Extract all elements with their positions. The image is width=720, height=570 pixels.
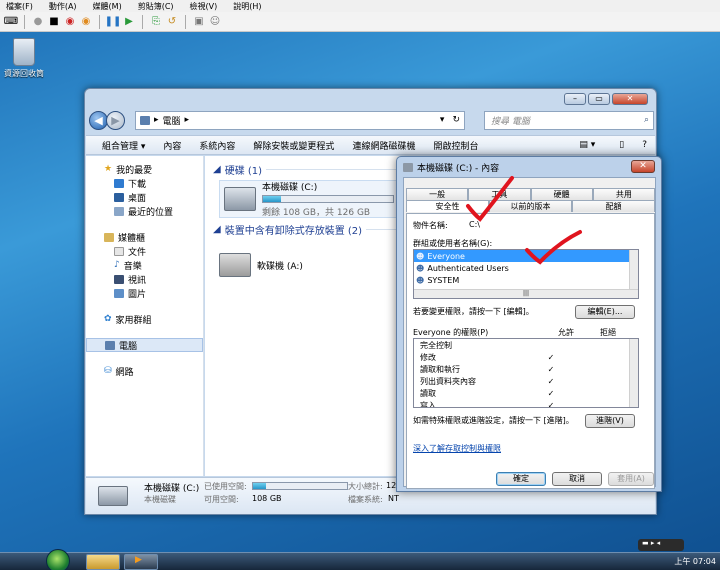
taskbar-media-player[interactable]: ▶ [124, 554, 158, 570]
media-player-icon: ▶ [135, 555, 142, 565]
annotation-overlay [466, 176, 582, 265]
start-button[interactable] [46, 549, 70, 570]
tray-icons: ▬ ▸ ◂ [642, 539, 661, 547]
annotation-check-mark [466, 176, 514, 222]
taskbar-clock[interactable]: 上午 07:04 [674, 556, 716, 567]
annotation-check-mark [525, 230, 582, 265]
taskbar-explorer[interactable] [86, 554, 120, 570]
system-tray[interactable]: ▬ ▸ ◂ [638, 539, 684, 551]
taskbar: ▶ ▬ ▸ ◂ 上午 07:04 [0, 539, 720, 570]
